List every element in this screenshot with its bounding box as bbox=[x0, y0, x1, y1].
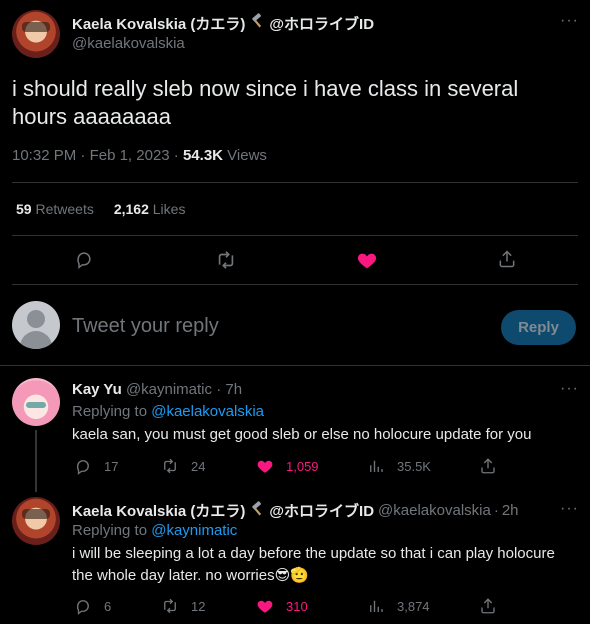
tweet-text: i should really sleb now since i have cl… bbox=[12, 76, 519, 129]
reply-author-name[interactable]: Kaela Kovalskia (カエラ) bbox=[72, 500, 245, 521]
meta-separator: · bbox=[493, 502, 499, 519]
reply-avatar[interactable] bbox=[12, 497, 60, 545]
hammer-icon bbox=[249, 500, 265, 521]
retweet-action[interactable]: 24 bbox=[161, 457, 205, 475]
views-label: Views bbox=[227, 147, 267, 164]
like-icon bbox=[257, 600, 273, 613]
reply-button[interactable]: Reply bbox=[501, 310, 576, 345]
like-count: 310 bbox=[286, 598, 308, 614]
reply-text: kaela san, you must get good sleb or els… bbox=[72, 426, 532, 443]
divider bbox=[12, 235, 578, 236]
hammer-icon bbox=[249, 13, 265, 34]
tweet-time[interactable]: 10:32 PM bbox=[12, 147, 76, 164]
share-action[interactable] bbox=[479, 457, 497, 475]
thread-line bbox=[35, 430, 37, 492]
retweet-icon bbox=[164, 458, 176, 474]
retweet-count: 12 bbox=[191, 598, 206, 614]
author-name-suffix[interactable]: @ホロライブID bbox=[269, 13, 374, 34]
views-action[interactable]: 35.5K bbox=[367, 457, 431, 475]
reply-text-line1: i will be sleeping a lot a day before th… bbox=[72, 545, 555, 562]
tweet-meta: 10:32 PM · Feb 1, 2023 · 54.3K Views bbox=[12, 147, 267, 164]
author-name[interactable]: Kaela Kovalskia (カエラ) bbox=[72, 13, 245, 34]
divider bbox=[12, 182, 578, 183]
author-handle[interactable]: @kaelakovalskia bbox=[72, 35, 185, 52]
more-icon[interactable]: ··· bbox=[560, 12, 579, 30]
reply-author-name[interactable]: Kay Yu bbox=[72, 381, 122, 398]
like-icon bbox=[257, 460, 273, 473]
reply-icon bbox=[76, 600, 89, 615]
retweets-count: 59 bbox=[16, 201, 32, 217]
share-action[interactable] bbox=[479, 597, 497, 615]
reply-input[interactable] bbox=[72, 311, 472, 341]
likes-count: 2,162 bbox=[113, 201, 149, 217]
replying-to: Replying to @kaelakovalskia bbox=[72, 403, 264, 420]
author-name-row: Kaela Kovalskia (カエラ) @ホロライブID bbox=[72, 13, 374, 34]
reply-icon[interactable] bbox=[74, 249, 94, 274]
like-action[interactable]: 1,059 bbox=[256, 457, 319, 475]
meta-separator: · bbox=[173, 147, 183, 164]
divider bbox=[12, 284, 578, 285]
reply-button-label: Reply bbox=[518, 319, 559, 336]
more-icon[interactable]: ··· bbox=[560, 500, 579, 518]
meta-separator: · bbox=[216, 381, 222, 398]
tweet-date[interactable]: Feb 1, 2023 bbox=[90, 147, 170, 164]
share-icon[interactable] bbox=[497, 249, 517, 274]
reply-handle[interactable]: @kaynimatic bbox=[126, 381, 212, 398]
emoji: 😎🫡 bbox=[274, 567, 309, 584]
retweet-icon[interactable] bbox=[215, 249, 237, 276]
avatar-body-shape bbox=[20, 331, 52, 349]
like-icon[interactable] bbox=[356, 249, 378, 276]
author-avatar[interactable] bbox=[12, 10, 60, 58]
reply-header: Kay Yu @kaynimatic · 7h bbox=[72, 381, 242, 398]
reply-count: 6 bbox=[104, 598, 112, 614]
reply-author-name-suffix[interactable]: @ホロライブID bbox=[269, 500, 374, 521]
views-icon bbox=[370, 460, 383, 472]
reply-count: 17 bbox=[104, 458, 119, 474]
reply-text-line2-row: the whole day later. no worries😎🫡 bbox=[72, 566, 309, 584]
views-icon bbox=[370, 600, 383, 612]
more-icon[interactable]: ··· bbox=[560, 380, 579, 398]
views-count: 35.5K bbox=[397, 458, 431, 474]
user-avatar[interactable] bbox=[12, 301, 60, 349]
likes-label: Likes bbox=[152, 201, 186, 217]
reply-action[interactable]: 17 bbox=[74, 457, 118, 475]
replying-to-handle[interactable]: @kaynimatic bbox=[151, 522, 237, 539]
tweet-stats: 59 Retweets 2,162 Likes bbox=[16, 201, 185, 217]
reply-time[interactable]: 7h bbox=[225, 381, 242, 398]
retweets-stat[interactable]: 59 Retweets bbox=[16, 201, 94, 217]
share-icon bbox=[481, 458, 495, 474]
replying-to-label: Replying to bbox=[72, 522, 148, 539]
reply-header: Kaela Kovalskia (カエラ) @ホロライブID @kaelakov… bbox=[72, 500, 519, 521]
reply-icon bbox=[76, 460, 89, 475]
retweet-count: 24 bbox=[191, 458, 206, 474]
share-icon bbox=[481, 598, 495, 614]
like-count: 1,059 bbox=[286, 458, 319, 474]
replying-to-label: Replying to bbox=[72, 403, 148, 420]
reply-time[interactable]: 2h bbox=[502, 502, 519, 519]
replying-to-handle[interactable]: @kaelakovalskia bbox=[151, 403, 264, 420]
retweets-label: Retweets bbox=[35, 201, 94, 217]
reply-text-line2: the whole day later. no worries bbox=[72, 567, 275, 584]
divider bbox=[0, 365, 590, 366]
reply-action[interactable]: 6 bbox=[74, 597, 111, 615]
replying-to: Replying to @kaynimatic bbox=[72, 522, 237, 539]
like-action[interactable]: 310 bbox=[256, 597, 308, 615]
reply-handle[interactable]: @kaelakovalskia bbox=[378, 502, 491, 519]
likes-stat[interactable]: 2,162 Likes bbox=[114, 201, 186, 217]
retweet-action[interactable]: 12 bbox=[161, 597, 205, 615]
meta-separator: · bbox=[80, 147, 90, 164]
views-action[interactable]: 3,874 bbox=[367, 597, 430, 615]
views-count: 54.3K bbox=[182, 147, 223, 164]
avatar-head-shape bbox=[27, 310, 45, 328]
retweet-icon bbox=[164, 598, 176, 614]
views-count: 3,874 bbox=[397, 598, 430, 614]
reply-avatar[interactable] bbox=[12, 378, 60, 426]
